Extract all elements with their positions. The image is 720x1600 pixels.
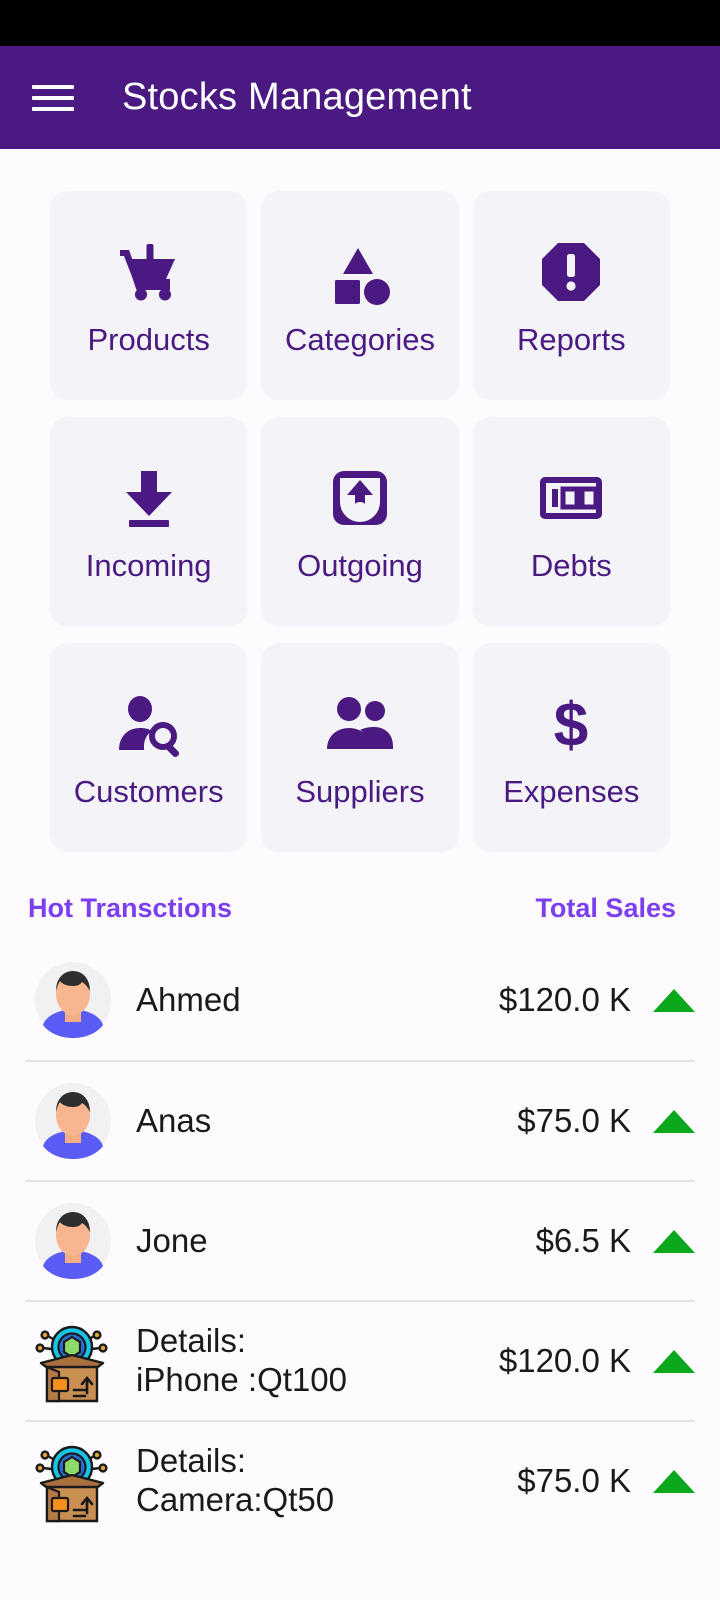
tile-expenses[interactable]: $ Expenses	[472, 643, 670, 851]
shapes-category-icon	[324, 236, 396, 308]
transaction-amount: $120.0 K	[498, 981, 631, 1018]
avatar-person-icon	[25, 1194, 120, 1289]
person-search-icon	[113, 688, 185, 760]
transaction-name: Anas	[136, 1101, 212, 1139]
trend-up-icon	[653, 1349, 695, 1373]
people-group-icon	[324, 688, 396, 760]
menu-grid: Products Categories Reports Incoming Out…	[50, 191, 670, 851]
tile-label: Products	[87, 321, 210, 357]
avatar-person-icon	[25, 1074, 120, 1169]
table-row[interactable]: Anas $75.0 K	[25, 1060, 695, 1180]
tile-products[interactable]: Products	[50, 191, 248, 399]
banknote-100-icon	[535, 462, 607, 534]
tile-label: Outgoing	[297, 547, 423, 583]
trend-up-icon	[653, 1109, 695, 1133]
transaction-amount: $120.0 K	[498, 1342, 631, 1379]
status-bar	[0, 0, 720, 46]
table-row[interactable]: Jone $6.5 K	[25, 1180, 695, 1300]
table-row[interactable]: Details: iPhone :Qt100 $120.0 K	[25, 1300, 695, 1420]
hot-transactions-label: Hot Transctions	[28, 893, 233, 923]
hamburger-bar	[32, 106, 74, 111]
list-section-header: Hot Transctions Total Sales	[0, 851, 720, 940]
hamburger-bar	[32, 84, 74, 89]
table-row[interactable]: Details: Camera:Qt50 $75.0 K	[25, 1420, 695, 1540]
tile-incoming[interactable]: Incoming	[50, 417, 248, 625]
table-row[interactable]: Ahmed $120.0 K	[25, 940, 695, 1060]
app-bar: Stocks Management	[0, 46, 720, 149]
trend-up-icon	[653, 1469, 695, 1493]
transaction-name: Details: Camera:Qt50	[136, 1442, 335, 1518]
transaction-name: Jone	[136, 1221, 208, 1259]
open-box-product-icon	[25, 1314, 120, 1409]
tile-outgoing[interactable]: Outgoing	[261, 417, 459, 625]
tile-reports[interactable]: Reports	[472, 191, 670, 399]
tile-label: Categories	[285, 321, 435, 357]
trend-up-icon	[653, 1229, 695, 1253]
upload-box-arrow-icon	[324, 462, 396, 534]
tile-label: Customers	[73, 773, 224, 809]
tile-label: Expenses	[503, 773, 640, 809]
dollar-sign-icon: $	[535, 688, 607, 760]
transaction-amount: $6.5 K	[535, 1222, 631, 1259]
transactions-list: Ahmed $120.0 K Anas $75.0 K Jone $6.5 K …	[0, 940, 720, 1540]
tile-label: Suppliers	[295, 773, 425, 809]
download-arrow-icon	[113, 462, 185, 534]
page-title: Stocks Management	[122, 76, 472, 118]
open-box-product-icon	[25, 1434, 120, 1529]
tile-categories[interactable]: Categories	[261, 191, 459, 399]
svg-text:$: $	[554, 691, 588, 760]
tile-suppliers[interactable]: Suppliers	[261, 643, 459, 851]
hamburger-bar	[32, 95, 74, 100]
transaction-name: Details: iPhone :Qt100	[136, 1322, 347, 1398]
hamburger-menu-icon[interactable]	[32, 82, 74, 114]
trend-up-icon	[653, 988, 695, 1012]
transaction-name: Ahmed	[136, 980, 241, 1018]
tile-debts[interactable]: Debts	[472, 417, 670, 625]
tile-label: Reports	[517, 321, 626, 357]
tile-label: Incoming	[85, 547, 212, 583]
transaction-amount: $75.0 K	[517, 1462, 631, 1499]
avatar-person-icon	[25, 953, 120, 1048]
app-root: Stocks Management Products Categories Re…	[0, 0, 720, 1600]
tile-customers[interactable]: Customers	[50, 643, 248, 851]
shopping-cart-alert-icon	[113, 236, 185, 308]
total-sales-label: Total Sales	[535, 893, 676, 923]
menu-grid-container: Products Categories Reports Incoming Out…	[0, 149, 720, 851]
octagon-alert-icon	[535, 236, 607, 308]
tile-label: Debts	[530, 547, 612, 583]
transaction-amount: $75.0 K	[517, 1102, 631, 1139]
